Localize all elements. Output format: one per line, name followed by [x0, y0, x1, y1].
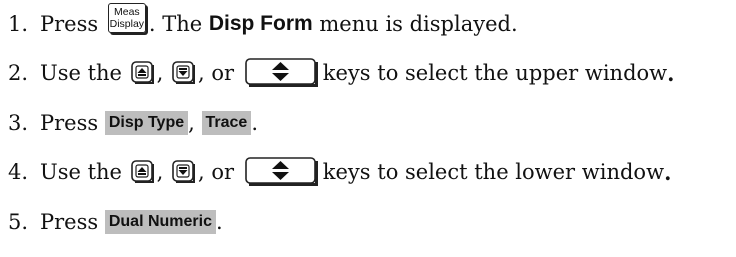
up-down-arrow-key-icon: [244, 58, 319, 88]
step-4: 4. Use the , , or keys to select the low…: [8, 154, 671, 190]
step-number: 3.: [8, 111, 29, 135]
up-down-arrow-key-icon: [244, 157, 319, 187]
step-number: 4.: [8, 160, 29, 184]
step-text: keys to select the upper window: [322, 61, 668, 85]
step-period: .: [667, 60, 675, 86]
down-arrow-key-icon: [172, 61, 196, 85]
separator: ,: [156, 61, 164, 85]
separator: , or: [198, 160, 235, 184]
separator: ,: [156, 160, 164, 184]
step-period: .: [664, 159, 672, 185]
key-label-line2: Display: [109, 18, 145, 30]
step-text: Press: [40, 111, 99, 135]
softkey-dual-numeric: Dual Numeric: [104, 210, 216, 234]
step-number: 1.: [8, 12, 29, 36]
step-number: 5.: [8, 210, 29, 234]
step-2: 2. Use the , , or keys to select the upp…: [8, 55, 674, 91]
step-text: Press: [40, 210, 99, 234]
separator: , or: [198, 61, 235, 85]
step-text: . The: [148, 12, 203, 36]
step-number: 2.: [8, 61, 29, 85]
step-text: menu is displayed.: [319, 12, 518, 36]
step-3: 3. Press Disp Type, Trace.: [8, 105, 258, 141]
step-1: 1. Press Meas Display . The Disp Form me…: [8, 3, 518, 42]
down-arrow-key-icon: [172, 160, 196, 184]
softkey-trace: Trace: [201, 111, 252, 135]
step-end: .: [251, 111, 258, 135]
up-arrow-key-icon: [130, 160, 155, 184]
separator: ,: [188, 111, 195, 135]
up-arrow-key-icon: [130, 61, 155, 85]
step-5: 5. Press Dual Numeric.: [8, 204, 223, 240]
step-text: Use the: [40, 160, 122, 184]
step-text: Use the: [40, 61, 122, 85]
key-label-line1: Meas: [114, 6, 140, 18]
step-text: Press: [40, 12, 99, 36]
step-end: .: [215, 210, 223, 234]
step-text: keys to select the lower window: [322, 160, 665, 184]
softkey-disp-type: Disp Type: [104, 111, 189, 135]
menu-name: Disp Form: [208, 12, 313, 35]
meas-display-key-icon: Meas Display: [107, 3, 146, 33]
